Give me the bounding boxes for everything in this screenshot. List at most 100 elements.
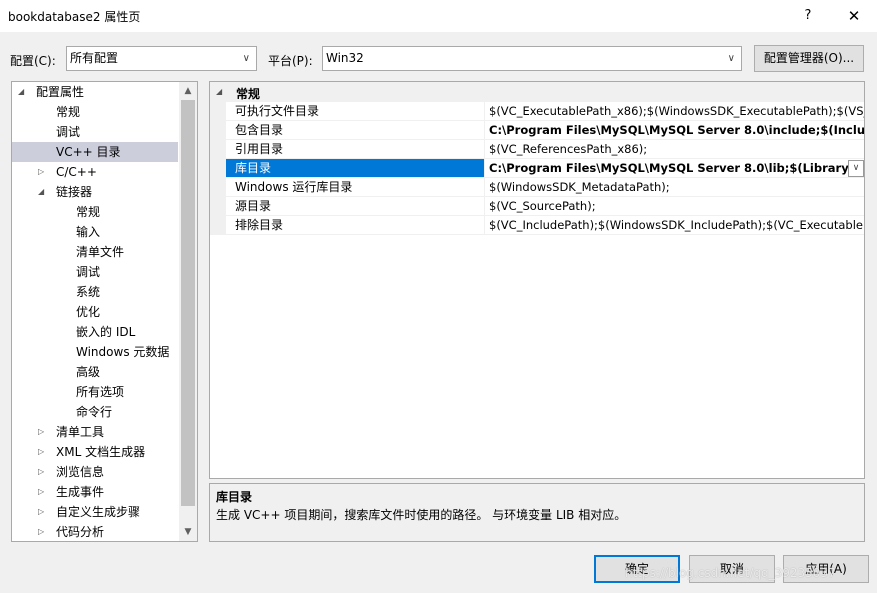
property-name[interactable]: Windows 运行库目录 bbox=[226, 178, 484, 197]
tree-item[interactable]: ▷ 清单工具 bbox=[12, 422, 178, 442]
tree-item-label: 配置属性 bbox=[36, 85, 85, 99]
tree-item-label: 代码分析 bbox=[56, 525, 105, 539]
property-tree[interactable]: ◢ 配置属性 常规 调试 VC++ 目录 ▷ C/C++ ◢ 链接器 常规 输入 清单文件 调试 系统 优化… bbox=[11, 81, 198, 542]
platform-select[interactable]: Win32 ∨ bbox=[322, 46, 742, 71]
property-name[interactable]: 引用目录 bbox=[226, 140, 484, 159]
tree-item[interactable]: ◢ 配置属性 bbox=[12, 82, 178, 102]
help-button[interactable]: ? bbox=[790, 2, 826, 30]
property-name[interactable]: 源目录 bbox=[226, 197, 484, 216]
grid-category-header[interactable]: ◢ 常规 bbox=[210, 82, 864, 102]
tree-item-label: C/C++ bbox=[56, 165, 97, 179]
tree-item[interactable]: ▷ C/C++ bbox=[12, 162, 178, 182]
property-grid[interactable]: ◢ 常规 可执行文件目录 $(VC_ExecutablePath_x86);$(W… bbox=[209, 81, 865, 479]
tree-item-label: 嵌入的 IDL bbox=[76, 325, 136, 339]
tree-item-label: 常规 bbox=[56, 105, 81, 119]
description-text: 生成 VC++ 项目期间，搜索库文件时使用的路径。 与环境变量 LIB 相对应。 bbox=[216, 508, 627, 522]
property-value[interactable]: $(WindowsSDK_MetadataPath); bbox=[484, 178, 864, 197]
tree-item-label: VC++ 目录 bbox=[56, 145, 121, 159]
tree-item-label: 优化 bbox=[76, 305, 101, 319]
property-row[interactable]: 引用目录 $(VC_ReferencesPath_x86); bbox=[210, 140, 864, 159]
title-bar: bookdatabase2 属性页 ? ✕ bbox=[0, 0, 877, 32]
tree-item-label: 高级 bbox=[76, 365, 101, 379]
config-select[interactable]: 所有配置 ∨ bbox=[66, 46, 257, 71]
tree-item-label: 清单工具 bbox=[56, 425, 105, 439]
close-button[interactable]: ✕ bbox=[834, 2, 874, 30]
tree-item[interactable]: VC++ 目录 bbox=[12, 142, 178, 162]
tree-item-label: 系统 bbox=[76, 285, 101, 299]
window-title: bookdatabase2 属性页 bbox=[8, 10, 141, 24]
property-name[interactable]: 包含目录 bbox=[226, 121, 484, 140]
collapsed-icon[interactable]: ▷ bbox=[38, 502, 44, 522]
collapsed-icon[interactable]: ▷ bbox=[38, 482, 44, 502]
tree-item[interactable]: 高级 bbox=[12, 362, 178, 382]
tree-item-label: 命令行 bbox=[76, 405, 113, 419]
tree-item[interactable]: ◢ 链接器 bbox=[12, 182, 178, 202]
expanded-icon[interactable]: ◢ bbox=[38, 182, 44, 202]
config-select-value: 所有配置 bbox=[70, 51, 119, 65]
tree-item[interactable]: 调试 bbox=[12, 262, 178, 282]
tree-item[interactable]: Windows 元数据 bbox=[12, 342, 178, 362]
tree-item[interactable]: 输入 bbox=[12, 222, 178, 242]
property-value[interactable]: C:\Program Files\MySQL\MySQL Server 8.0\… bbox=[484, 159, 864, 178]
chevron-down-icon: ∨ bbox=[242, 53, 250, 64]
property-name[interactable]: 库目录 bbox=[226, 159, 484, 178]
property-row[interactable]: 包含目录 C:\Program Files\MySQL\MySQL Server … bbox=[210, 121, 864, 140]
scroll-thumb[interactable] bbox=[181, 100, 195, 506]
tree-item[interactable]: ▷ 生成事件 bbox=[12, 482, 178, 502]
collapsed-icon[interactable]: ▷ bbox=[38, 162, 44, 182]
tree-item-label: Windows 元数据 bbox=[76, 345, 170, 359]
tree-item[interactable]: ▷ 自定义生成步骤 bbox=[12, 502, 178, 522]
collapsed-icon[interactable]: ▷ bbox=[38, 442, 44, 462]
property-row[interactable]: 排除目录 $(VC_IncludePath);$(WindowsSDK_Inclu… bbox=[210, 216, 864, 235]
tree-item[interactable]: 常规 bbox=[12, 102, 178, 122]
tree-scrollbar[interactable]: ▲ ▼ bbox=[179, 82, 197, 541]
collapsed-icon[interactable]: ▷ bbox=[38, 522, 44, 541]
property-name[interactable]: 排除目录 bbox=[226, 216, 484, 235]
config-label: 配置(C): bbox=[10, 54, 56, 68]
property-value[interactable]: C:\Program Files\MySQL\MySQL Server 8.0\… bbox=[484, 121, 864, 140]
tree-item[interactable]: ▷ XML 文档生成器 bbox=[12, 442, 178, 462]
tree-item[interactable]: 常规 bbox=[12, 202, 178, 222]
tree-item[interactable]: 系统 bbox=[12, 282, 178, 302]
property-row[interactable]: 可执行文件目录 $(VC_ExecutablePath_x86);$(Window… bbox=[210, 102, 864, 121]
grid-category-label: 常规 bbox=[236, 87, 261, 101]
tree-item-label: XML 文档生成器 bbox=[56, 445, 146, 459]
property-value[interactable]: $(VC_SourcePath); bbox=[484, 197, 864, 216]
tree-item-label: 链接器 bbox=[56, 185, 93, 199]
scroll-down-icon[interactable]: ▼ bbox=[179, 523, 197, 541]
collapse-icon[interactable]: ◢ bbox=[216, 85, 222, 99]
platform-label: 平台(P): bbox=[268, 54, 313, 68]
tree-item-label: 自定义生成步骤 bbox=[56, 505, 141, 519]
config-manager-button[interactable]: 配置管理器(O)... bbox=[754, 45, 864, 72]
watermark: https://blog.csdn.net/qq_39235037 bbox=[625, 566, 836, 580]
property-value[interactable]: $(VC_ExecutablePath_x86);$(WindowsSDK_Ex… bbox=[484, 102, 864, 121]
tree-item[interactable]: 优化 bbox=[12, 302, 178, 322]
scroll-up-icon[interactable]: ▲ bbox=[179, 82, 197, 100]
expanded-icon[interactable]: ◢ bbox=[18, 82, 24, 102]
tree-item-label: 浏览信息 bbox=[56, 465, 105, 479]
tree-item[interactable]: 嵌入的 IDL bbox=[12, 322, 178, 342]
tree-item[interactable]: 命令行 bbox=[12, 402, 178, 422]
tree-item-label: 生成事件 bbox=[56, 485, 105, 499]
property-row[interactable]: 源目录 $(VC_SourcePath); bbox=[210, 197, 864, 216]
tree-item-label: 所有选项 bbox=[76, 385, 125, 399]
tree-item-label: 调试 bbox=[76, 265, 101, 279]
tree-item[interactable]: 所有选项 bbox=[12, 382, 178, 402]
chevron-down-icon: ∨ bbox=[727, 53, 735, 64]
tree-item[interactable]: 调试 bbox=[12, 122, 178, 142]
platform-select-value: Win32 bbox=[326, 51, 364, 65]
value-dropdown-button[interactable]: ∨ bbox=[848, 160, 864, 177]
collapsed-icon[interactable]: ▷ bbox=[38, 462, 44, 482]
tree-item[interactable]: ▷ 浏览信息 bbox=[12, 462, 178, 482]
property-row[interactable]: Windows 运行库目录 $(WindowsSDK_MetadataPath); bbox=[210, 178, 864, 197]
property-name[interactable]: 可执行文件目录 bbox=[226, 102, 484, 121]
tree-item[interactable]: 清单文件 bbox=[12, 242, 178, 262]
property-row[interactable]: 库目录 C:\Program Files\MySQL\MySQL Server 8… bbox=[210, 159, 864, 178]
collapsed-icon[interactable]: ▷ bbox=[38, 422, 44, 442]
tree-item-label: 输入 bbox=[76, 225, 101, 239]
description-title: 库目录 bbox=[216, 490, 253, 504]
tree-item-label: 调试 bbox=[56, 125, 81, 139]
tree-item[interactable]: ▷ 代码分析 bbox=[12, 522, 178, 541]
property-value[interactable]: $(VC_IncludePath);$(WindowsSDK_IncludePa… bbox=[484, 216, 864, 235]
property-value[interactable]: $(VC_ReferencesPath_x86); bbox=[484, 140, 864, 159]
